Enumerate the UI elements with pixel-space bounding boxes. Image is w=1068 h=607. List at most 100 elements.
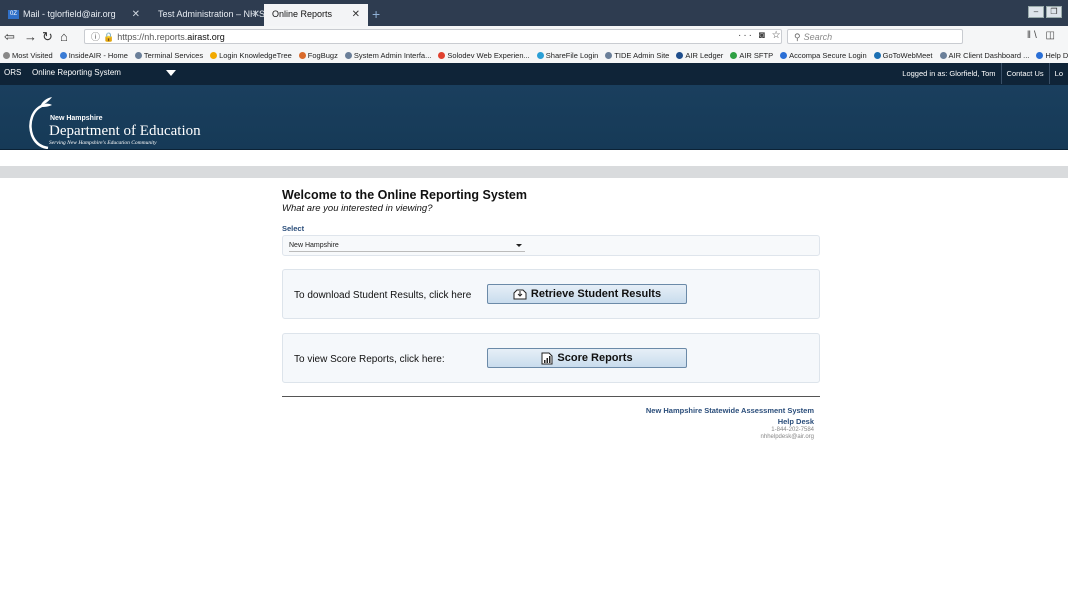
bookmark-icon <box>3 52 10 59</box>
ors-user-links: Logged in as: Glorfield, Tom Contact Us Lo <box>897 63 1068 85</box>
button-label: Retrieve Student Results <box>530 288 662 300</box>
bookmark-item[interactable]: Solodev Web Experien... <box>435 48 533 60</box>
state-select[interactable]: New Hampshire <box>289 240 525 252</box>
chevron-down-icon <box>516 244 522 247</box>
bookmark-label: System Admin Interfa... <box>353 51 432 60</box>
close-icon[interactable]: ✕ <box>132 9 140 20</box>
bookmark-label: Help Desk Reports <box>1045 51 1068 60</box>
logged-in-text: Logged in as: Glorfield, Tom <box>902 69 996 78</box>
report-chart-icon <box>541 352 553 365</box>
bookmark-item[interactable]: Most Visited <box>0 48 57 60</box>
bookmark-item[interactable]: GoToWebMeet <box>871 48 937 60</box>
chevron-down-icon[interactable] <box>166 70 176 76</box>
tab-label: Mail - tglorfield@air.org <box>23 9 116 19</box>
bookmark-item[interactable]: Help Desk Reports <box>1033 48 1068 60</box>
logo-state: New Hampshire <box>50 115 103 122</box>
state-select-value: New Hampshire <box>289 242 339 249</box>
bookmark-label: AIR SFTP <box>739 51 774 60</box>
contact-us-link[interactable]: Contact Us <box>1000 63 1049 84</box>
score-reports-button[interactable]: Score Reports <box>487 348 687 368</box>
bookmark-icon <box>210 52 218 59</box>
bookmark-item[interactable]: InsideAIR - Home <box>57 48 132 60</box>
divider-strip <box>0 166 1068 178</box>
nh-doe-logo[interactable]: New Hampshire Department of Education Se… <box>28 93 228 149</box>
bookmark-item[interactable]: AIR Ledger <box>673 48 727 60</box>
bookmark-icon <box>780 52 788 59</box>
bookmark-label: FogBugz <box>307 51 338 60</box>
bookmark-item[interactable]: AIR Client Dashboard ... <box>937 48 1034 60</box>
bookmark-icon <box>298 52 306 59</box>
bookmark-icon <box>605 52 613 59</box>
page-title: Welcome to the Online Reporting System <box>282 188 527 202</box>
page-subtitle: What are you interested in viewing? <box>282 203 433 214</box>
search-icon: ⚲ <box>794 32 801 42</box>
retrieve-student-results-button[interactable]: Retrieve Student Results <box>487 284 687 304</box>
bookmark-icon <box>873 52 881 59</box>
close-icon[interactable]: ✕ <box>352 9 360 20</box>
toolbar-right: ‖\ ◫ <box>1027 30 1058 41</box>
select-panel: New Hampshire <box>282 235 820 256</box>
bookmark-label: AIR Ledger <box>685 51 724 60</box>
logout-link[interactable]: Lo <box>1048 63 1068 84</box>
bookmark-icon <box>939 52 947 59</box>
forward-icon[interactable]: → <box>24 29 37 44</box>
download-icon <box>513 289 527 300</box>
close-icon[interactable]: ✕ <box>252 9 260 20</box>
bookmark-item[interactable]: Login KnowledgeTree <box>207 48 296 60</box>
tab-online-reports[interactable]: Online Reports ✕ <box>264 4 368 26</box>
bookmark-label: AIR Client Dashboard ... <box>948 51 1030 60</box>
star-icon[interactable]: ☆ <box>772 30 783 41</box>
logo-tagline: Serving New Hampshire's Education Commun… <box>49 140 157 146</box>
back-icon[interactable]: ⇦ <box>4 29 15 45</box>
library-icon[interactable]: ‖\ <box>1027 30 1040 41</box>
button-label: Score Reports <box>557 352 633 364</box>
new-tab-button[interactable]: + <box>372 6 380 22</box>
bookmark-icon <box>59 52 67 59</box>
page-actions: ··· ◙ ☆ <box>738 30 783 41</box>
restore-icon[interactable]: ❐ <box>1046 6 1062 18</box>
browser-nav-bar: ⇦ → ↻ ⌂ ⓘ 🔒 https://nh.reports.airast.org … <box>0 26 1068 49</box>
bookmark-item[interactable]: Accompa Secure Login <box>777 48 871 60</box>
home-icon[interactable]: ⌂ <box>60 29 68 44</box>
bookmark-item[interactable]: Terminal Services <box>132 48 207 60</box>
bookmark-item[interactable]: AIR SFTP <box>727 48 777 60</box>
score-reports-card: To view Score Reports, click here: Score… <box>282 333 820 383</box>
bookmark-label: InsideAIR - Home <box>68 51 128 60</box>
reload-icon[interactable]: ↻ <box>42 29 53 45</box>
bookmark-label: Accompa Secure Login <box>789 51 867 60</box>
bookmark-icon <box>676 52 684 59</box>
footer-helpdesk: Help Desk <box>777 417 814 426</box>
lock-icon: 🔒 <box>103 32 115 42</box>
download-card: To download Student Results, click here … <box>282 269 820 319</box>
bookmark-item[interactable]: TIDE Admin Site <box>602 48 673 60</box>
browser-tab-bar: 0Z Mail - tglorfield@air.org ✕ Test Admin… <box>0 0 1068 26</box>
url-bar[interactable]: ⓘ 🔒 https://nh.reports.airast.org <box>84 29 782 44</box>
url-host: airast.org <box>187 32 225 42</box>
footer: New Hampshire Statewide Assessment Syste… <box>646 406 814 440</box>
search-placeholder: Search <box>803 32 833 42</box>
bookmark-icon <box>134 52 142 59</box>
tab-mail[interactable]: 0Z Mail - tglorfield@air.org ✕ <box>0 4 148 26</box>
bookmark-label: Solodev Web Experien... <box>447 51 530 60</box>
minimize-icon[interactable]: – <box>1028 6 1044 18</box>
more-icon[interactable]: ··· <box>738 30 754 41</box>
bookmark-icon <box>536 52 544 59</box>
pocket-icon[interactable]: ◙ <box>759 30 767 41</box>
footer-system-name: New Hampshire Statewide Assessment Syste… <box>645 406 814 415</box>
search-input[interactable]: ⚲ Search <box>787 29 963 44</box>
bookmark-icon <box>1036 52 1044 59</box>
bookmark-label: Terminal Services <box>143 51 204 60</box>
bookmark-item[interactable]: FogBugz <box>296 48 342 60</box>
main-content: Welcome to the Online Reporting System W… <box>282 188 820 440</box>
header-banner: New Hampshire Department of Education Se… <box>0 85 1068 150</box>
bookmark-label: Login KnowledgeTree <box>219 51 292 60</box>
bookmark-item[interactable]: System Admin Interfa... <box>342 48 436 60</box>
info-icon[interactable]: ⓘ <box>91 32 100 42</box>
footer-divider <box>282 396 820 397</box>
sidebar-icon[interactable]: ◫ <box>1046 30 1058 41</box>
tab-test-administration[interactable]: Test Administration – NH State ✕ <box>150 4 264 26</box>
bookmark-label: ShareFile Login <box>545 51 599 60</box>
bookmark-item[interactable]: ShareFile Login <box>534 48 603 60</box>
logo-dept: Department of Education <box>49 123 201 139</box>
footer-email[interactable]: nhhelpdesk@air.org <box>646 434 814 440</box>
